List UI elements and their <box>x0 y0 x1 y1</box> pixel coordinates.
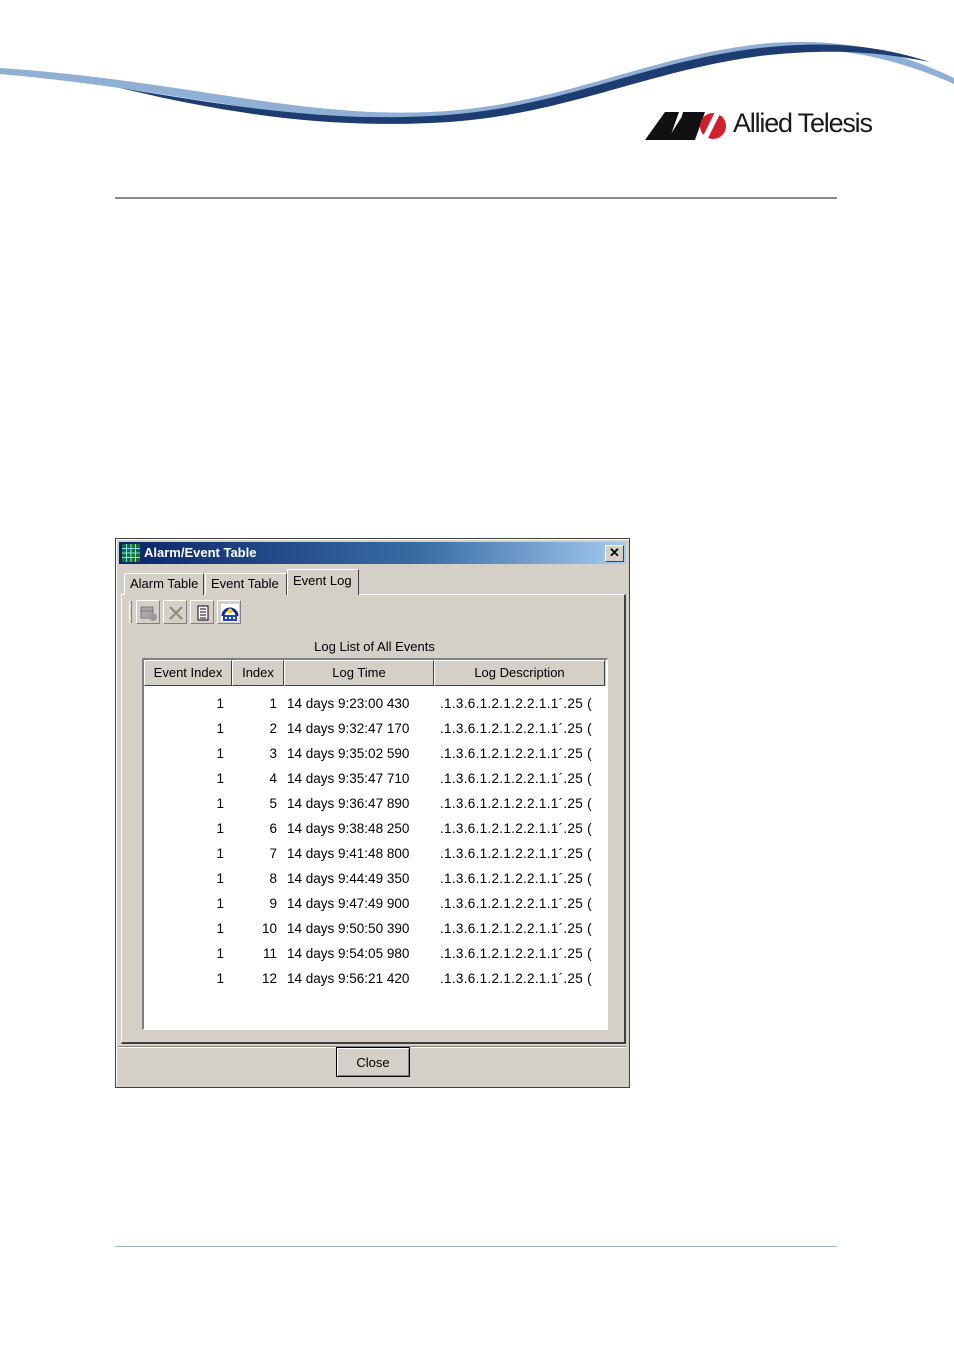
event-log-panel: Log List of All Events Event Index Index… <box>121 594 626 1044</box>
log-time-cell: 14 days 9:50:50 390 <box>287 921 410 936</box>
table-row[interactable]: 1 12 14 days 9:56:21 420 .1.3.6.1.2.1.2.… <box>144 966 606 991</box>
event-log-table: Event Index Index Log Time Log Descripti… <box>142 658 608 1030</box>
index-cell: 12 <box>261 971 277 986</box>
delete-icon <box>169 606 183 620</box>
close-button[interactable]: Close <box>336 1047 410 1077</box>
log-description-cell: .1.3.6.1.2.1.2.2.1.1´.25 ( <box>440 946 592 961</box>
footer-rule <box>115 1246 837 1247</box>
toolbar-grip[interactable] <box>129 601 132 623</box>
log-description-cell: .1.3.6.1.2.1.2.2.1.1´.25 ( <box>440 746 592 761</box>
event-index-cell: 1 <box>216 796 224 811</box>
table-header: Event Index Index Log Time Log Descripti… <box>144 660 606 686</box>
log-description-cell: .1.3.6.1.2.1.2.2.1.1´.25 ( <box>440 696 592 711</box>
table-row[interactable]: 1 4 14 days 9:35:47 710 .1.3.6.1.2.1.2.2… <box>144 766 606 791</box>
event-index-cell: 1 <box>216 971 224 986</box>
event-index-cell: 1 <box>216 896 224 911</box>
grid-app-icon <box>122 544 140 562</box>
column-header-index[interactable]: Index <box>232 660 284 686</box>
index-cell: 3 <box>269 746 277 761</box>
tab-alarm-table[interactable]: Alarm Table <box>124 573 204 595</box>
details-button[interactable] <box>190 600 214 624</box>
log-description-cell: .1.3.6.1.2.1.2.2.1.1´.25 ( <box>440 821 592 836</box>
tab-event-log[interactable]: Event Log <box>287 569 359 595</box>
index-cell: 7 <box>269 846 277 861</box>
dialog-title: Alarm/Event Table <box>144 545 257 560</box>
log-time-cell: 14 days 9:44:49 350 <box>287 871 410 886</box>
table-row[interactable]: 1 3 14 days 9:35:02 590 .1.3.6.1.2.1.2.2… <box>144 741 606 766</box>
add-row-icon <box>140 606 157 621</box>
table-row[interactable]: 1 9 14 days 9:47:49 900 .1.3.6.1.2.1.2.2… <box>144 891 606 916</box>
dialog-titlebar[interactable]: Alarm/Event Table ✕ <box>119 542 626 564</box>
index-cell: 9 <box>269 896 277 911</box>
index-cell: 1 <box>269 696 277 711</box>
event-index-cell: 1 <box>216 696 224 711</box>
event-index-cell: 1 <box>216 846 224 861</box>
log-description-cell: .1.3.6.1.2.1.2.2.1.1´.25 ( <box>440 796 592 811</box>
log-description-cell: .1.3.6.1.2.1.2.2.1.1´.25 ( <box>440 721 592 736</box>
log-description-cell: .1.3.6.1.2.1.2.2.1.1´.25 ( <box>440 896 592 911</box>
table-row[interactable]: 1 10 14 days 9:50:50 390 .1.3.6.1.2.1.2.… <box>144 916 606 941</box>
log-time-cell: 14 days 9:54:05 980 <box>287 946 410 961</box>
refresh-button[interactable] <box>217 600 241 624</box>
log-time-cell: 14 days 9:47:49 900 <box>287 896 410 911</box>
table-row[interactable]: 1 11 14 days 9:54:05 980 .1.3.6.1.2.1.2.… <box>144 941 606 966</box>
close-icon[interactable]: ✕ <box>605 545 624 562</box>
table-row[interactable]: 1 7 14 days 9:41:48 800 .1.3.6.1.2.1.2.2… <box>144 841 606 866</box>
log-description-cell: .1.3.6.1.2.1.2.2.1.1´.25 ( <box>440 971 592 986</box>
brand-mark-icon <box>645 112 726 140</box>
log-time-cell: 14 days 9:35:47 710 <box>287 771 410 786</box>
column-header-event-index[interactable]: Event Index <box>144 660 232 686</box>
log-time-cell: 14 days 9:35:02 590 <box>287 746 410 761</box>
brand-name: Allied Telesis <box>733 108 873 138</box>
table-row[interactable]: 1 5 14 days 9:36:47 890 .1.3.6.1.2.1.2.2… <box>144 791 606 816</box>
column-header-log-time[interactable]: Log Time <box>284 660 434 686</box>
index-cell: 2 <box>269 721 277 736</box>
log-description-cell: .1.3.6.1.2.1.2.2.1.1´.25 ( <box>440 771 592 786</box>
tab-event-table[interactable]: Event Table <box>205 573 287 595</box>
index-cell: 4 <box>269 771 277 786</box>
log-time-cell: 14 days 9:41:48 800 <box>287 846 410 861</box>
log-description-cell: .1.3.6.1.2.1.2.2.1.1´.25 ( <box>440 846 592 861</box>
refresh-network-icon <box>221 604 239 622</box>
tab-strip: Alarm Table Event Table Event Log <box>124 569 604 595</box>
event-index-cell: 1 <box>216 721 224 736</box>
event-index-cell: 1 <box>216 746 224 761</box>
log-time-cell: 14 days 9:32:47 170 <box>287 721 410 736</box>
log-time-cell: 14 days 9:38:48 250 <box>287 821 410 836</box>
log-time-cell: 14 days 9:56:21 420 <box>287 971 410 986</box>
index-cell: 6 <box>269 821 277 836</box>
event-index-cell: 1 <box>216 946 224 961</box>
log-time-cell: 14 days 9:36:47 890 <box>287 796 410 811</box>
table-row[interactable]: 1 2 14 days 9:32:47 170 .1.3.6.1.2.1.2.2… <box>144 716 606 741</box>
alarm-event-dialog: Alarm/Event Table ✕ Log List of All Even… <box>115 538 630 1088</box>
index-cell: 10 <box>261 921 277 936</box>
delete-button[interactable] <box>163 600 187 624</box>
header-rule <box>115 197 837 199</box>
table-row[interactable]: 1 6 14 days 9:38:48 250 .1.3.6.1.2.1.2.2… <box>144 816 606 841</box>
index-cell: 11 <box>262 946 277 961</box>
add-row-button[interactable] <box>136 600 160 624</box>
event-index-cell: 1 <box>216 771 224 786</box>
toolbar <box>126 599 326 625</box>
column-header-log-description[interactable]: Log Description <box>434 660 605 686</box>
log-time-cell: 14 days 9:23:00 430 <box>287 696 410 711</box>
details-list-icon <box>197 605 209 621</box>
event-index-cell: 1 <box>216 821 224 836</box>
event-index-cell: 1 <box>216 921 224 936</box>
table-row[interactable]: 1 8 14 days 9:44:49 350 .1.3.6.1.2.1.2.2… <box>144 866 606 891</box>
index-cell: 8 <box>269 871 277 886</box>
allied-telesis-logo: Allied Telesis <box>645 108 905 148</box>
log-description-cell: .1.3.6.1.2.1.2.2.1.1´.25 ( <box>440 871 592 886</box>
table-row[interactable]: 1 1 14 days 9:23:00 430 .1.3.6.1.2.1.2.2… <box>144 691 606 716</box>
index-cell: 5 <box>269 796 277 811</box>
event-index-cell: 1 <box>216 871 224 886</box>
table-caption: Log List of All Events <box>314 639 435 654</box>
log-description-cell: .1.3.6.1.2.1.2.2.1.1´.25 ( <box>440 921 592 936</box>
